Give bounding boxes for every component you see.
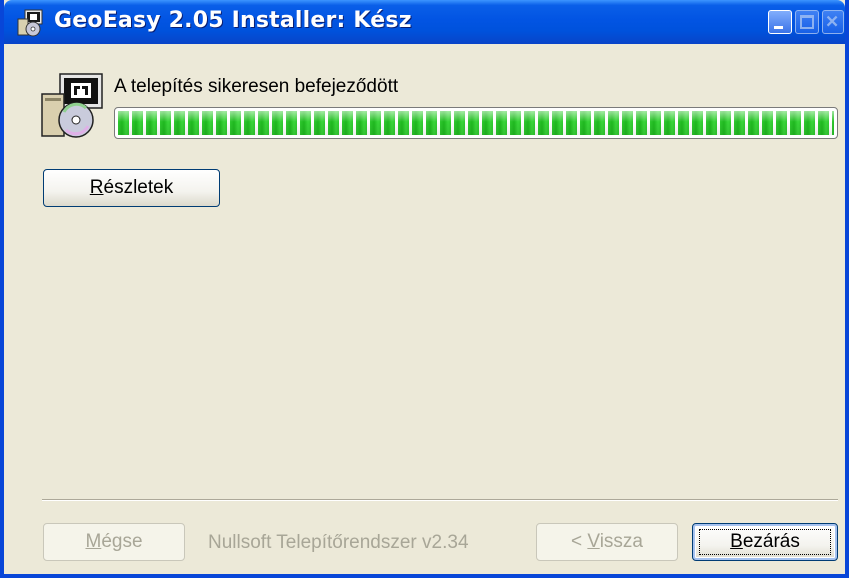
installer-window: GeoEasy 2.05 Installer: Kész A telepítés… [0, 0, 849, 578]
minimize-button[interactable] [768, 10, 792, 34]
branding-text: Nullsoft Telepítőrendszer v2.34 [208, 532, 469, 553]
back-button[interactable]: < Vissza [536, 523, 678, 561]
maximize-button[interactable] [795, 10, 819, 34]
title-bar[interactable]: GeoEasy 2.05 Installer: Kész [4, 0, 845, 44]
close-button[interactable]: Bezárás [692, 523, 838, 561]
cancel-button[interactable]: Mégse [43, 523, 185, 561]
status-message: A telepítés sikeresen befejeződött [114, 76, 399, 97]
close-icon [826, 15, 838, 27]
installer-icon [41, 73, 103, 138]
progress-bar-fill [118, 111, 834, 135]
cancel-button-label: Mégse [85, 531, 143, 552]
window-title: GeoEasy 2.05 Installer: Kész [54, 8, 412, 33]
installer-app-icon [17, 9, 43, 37]
minimize-icon [774, 26, 783, 29]
back-button-label: < Vissza [570, 531, 643, 552]
close-button-label: Bezárás [730, 531, 800, 552]
close-window-button[interactable] [822, 10, 844, 34]
maximize-icon [800, 15, 814, 29]
progress-bar [114, 107, 838, 139]
details-button[interactable]: Részletek [43, 169, 220, 207]
details-button-label: Részletek [89, 177, 174, 198]
footer-separator [42, 499, 838, 501]
